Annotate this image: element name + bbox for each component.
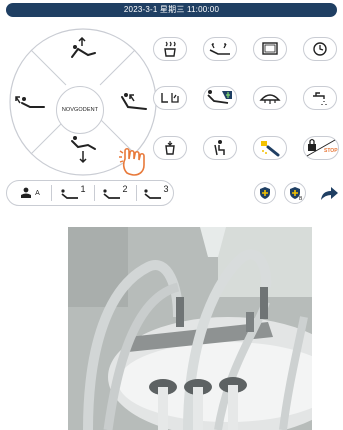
memory-number: 1 (80, 184, 86, 194)
auto-mode-button[interactable]: A (13, 181, 47, 205)
clock-icon (313, 42, 327, 56)
heated-cup-icon (164, 41, 176, 57)
last-position-icon (207, 90, 232, 104)
viewer-light-button[interactable] (253, 37, 287, 61)
hand-pointer-icon (119, 147, 145, 176)
dial-center-brand[interactable]: NOVGODENT (56, 86, 104, 134)
cup-fill-button[interactable] (153, 136, 187, 160)
memory-positions-bar: A 1 2 3 (6, 180, 174, 206)
dental-hoses-image (68, 227, 312, 430)
chair-memory-icon (103, 189, 121, 199)
chair-down-icon[interactable] (68, 135, 98, 165)
chair-up-icon[interactable] (68, 37, 98, 63)
memory-position-2-button[interactable]: 2 (97, 181, 133, 205)
memory-number: 2 (122, 184, 128, 194)
dental-unit-photo (68, 227, 312, 430)
rinse-position-icon (209, 43, 230, 55)
spittoon-rinse-icon (161, 93, 179, 103)
timer-button[interactable] (303, 37, 337, 61)
memory-position-1-button[interactable]: 1 (55, 181, 91, 205)
shield-a-button[interactable] (254, 182, 276, 204)
seated-person-icon (214, 140, 225, 156)
backrest-down-icon[interactable] (14, 89, 46, 115)
operating-light-button[interactable] (253, 86, 287, 110)
shield-b-label: B (299, 196, 303, 202)
stop-label: STOP (324, 148, 338, 154)
shield-icon (260, 187, 270, 199)
status-bar-datetime: 2023-3-1 星期三 11:00:00 (6, 3, 337, 17)
last-position-button[interactable] (203, 86, 237, 110)
suction-handpiece-icon (261, 141, 280, 157)
faucet-icon (313, 92, 327, 105)
forward-arrow-icon[interactable] (318, 182, 340, 204)
auto-mode-label: A (35, 189, 40, 197)
cup-filler-button[interactable] (153, 37, 187, 61)
memory-number: 3 (163, 184, 169, 194)
sitting-position-button[interactable] (203, 136, 237, 160)
monitor-icon (262, 42, 278, 55)
chair-rinse-position-button[interactable] (203, 37, 237, 61)
water-tap-button[interactable] (303, 86, 337, 110)
lock-stop-button[interactable]: STOP (303, 136, 339, 160)
shield-b-button[interactable]: B (284, 182, 306, 204)
spittoon-position-button[interactable] (153, 86, 187, 110)
operating-lamp-icon (259, 94, 281, 104)
chair-memory-icon (61, 189, 79, 199)
backrest-up-icon[interactable] (118, 89, 150, 115)
cup-water-icon (165, 141, 175, 155)
memory-position-3-button[interactable]: 3 (139, 181, 173, 205)
suction-button[interactable] (253, 136, 287, 160)
chair-memory-icon (144, 189, 162, 199)
user-icon (21, 187, 32, 198)
